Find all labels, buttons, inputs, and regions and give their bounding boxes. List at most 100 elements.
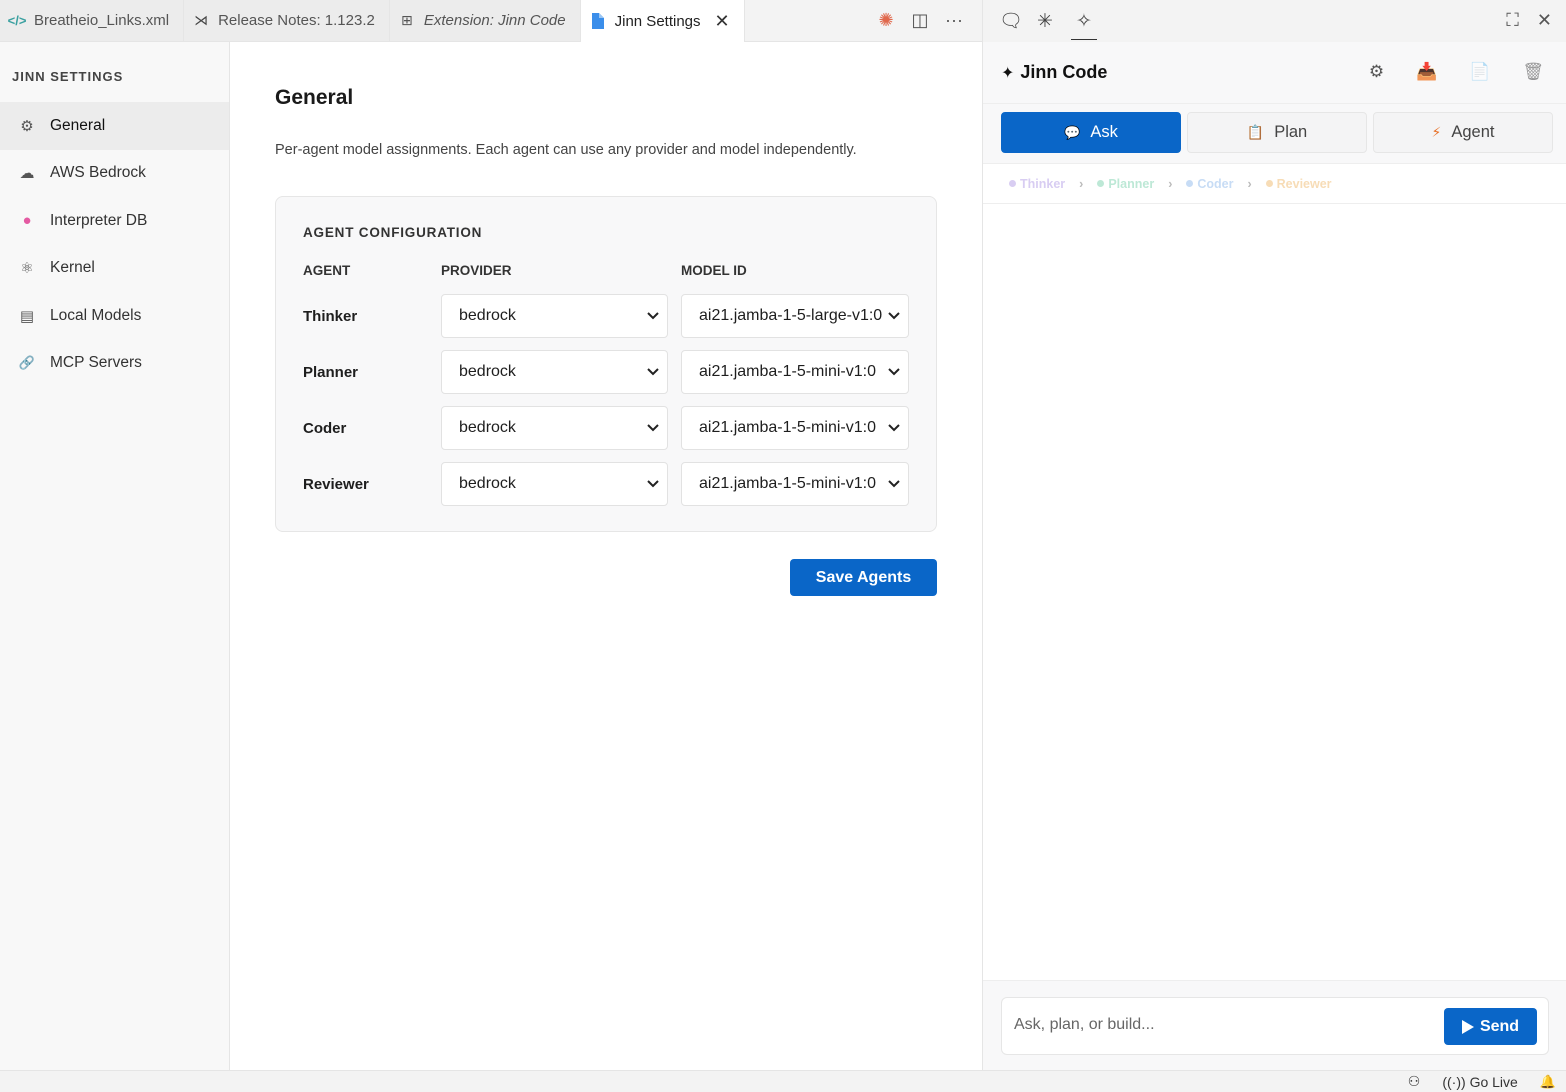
sidebar-title: JINN SETTINGS (12, 69, 124, 84)
cloud-icon: ☁ (19, 165, 35, 183)
chevron-down-icon (647, 312, 659, 320)
select-value: bedrock (459, 363, 516, 380)
trash-icon[interactable]: 🗑 (1522, 62, 1544, 82)
tab-extension-jinn-code[interactable]: ⊞ Extension: Jinn Code (389, 0, 581, 41)
wand-icon[interactable]: ✧ (1071, 10, 1097, 40)
pipeline-step-coder: Coder (1186, 177, 1233, 191)
pipeline-step-label: Planner (1108, 176, 1155, 191)
chat-icon[interactable]: 🗨 (999, 9, 1023, 33)
select-value: ai21.jamba-1-5-mini-v1:0 (699, 475, 876, 492)
more-actions-icon[interactable]: ··· (944, 10, 964, 31)
sidebar-item-kernel[interactable]: ⚛ Kernel (0, 245, 229, 293)
close-icon[interactable]: ✕ (715, 11, 730, 32)
sidebar-item-label: MCP Servers (50, 354, 142, 372)
tab-actions: ✺ ◫ ··· (876, 0, 982, 41)
sidebar-item-aws-bedrock[interactable]: ☁ AWS Bedrock (0, 150, 229, 198)
settings-icon[interactable]: ⚙ (1369, 62, 1384, 82)
panel-title: Jinn Code (1020, 62, 1108, 82)
agent-name: Thinker (303, 308, 358, 325)
agent-name: Planner (303, 364, 359, 381)
model-select[interactable]: ai21.jamba-1-5-large-v1:0 (681, 294, 909, 338)
send-button[interactable]: Send (1444, 1008, 1537, 1045)
chevron-down-icon (888, 312, 900, 320)
document-icon[interactable]: 📄 (1469, 62, 1490, 82)
brain-icon: ● (22, 212, 32, 230)
mode-agent-button[interactable]: ⚡ Agent (1373, 112, 1553, 153)
save-agents-button[interactable]: Save Agents (790, 559, 937, 596)
sparkle-icon[interactable]: ✳ (1035, 10, 1055, 33)
agent-name: Reviewer (303, 476, 369, 493)
settings-sidebar: JINN SETTINGS ⚙ General ☁ AWS Bedrock ● … (0, 42, 230, 1070)
model-select[interactable]: ai21.jamba-1-5-mini-v1:0 (681, 406, 909, 450)
select-value: ai21.jamba-1-5-large-v1:0 (699, 307, 883, 324)
sparkle-icon[interactable]: ✺ (876, 10, 896, 31)
pipeline-step-thinker: Thinker (1009, 177, 1065, 191)
provider-select[interactable]: bedrock (441, 406, 668, 450)
mode-label: Agent (1451, 123, 1495, 141)
chat-input[interactable] (1014, 1016, 1424, 1034)
clipboard-icon: 📋 (1246, 124, 1265, 140)
sidebar-item-label: General (50, 116, 106, 134)
link-icon: 🔗 (18, 355, 36, 371)
panel-window-actions: ⛶ ✕ (1506, 10, 1552, 31)
chevron-down-icon (647, 368, 659, 376)
jinn-logo-icon: ✦ (1001, 64, 1015, 82)
broadcast-icon: ((·)) (1442, 1073, 1466, 1090)
mode-plan-button[interactable]: 📋 Plan (1187, 112, 1367, 153)
select-value: bedrock (459, 419, 516, 436)
page-title: General (275, 86, 354, 109)
tab-label: Breatheio_Links.xml (34, 12, 170, 29)
mode-label: Plan (1274, 123, 1308, 141)
split-editor-icon[interactable]: ◫ (910, 10, 930, 31)
mode-selector: 💬 Ask 📋 Plan ⚡ Agent (983, 104, 1566, 164)
code-icon: </> (7, 13, 27, 28)
chevron-down-icon (647, 424, 659, 432)
file-icon (589, 12, 607, 30)
sidebar-item-label: Kernel (50, 259, 95, 277)
tab-label: Release Notes: 1.123.2 (218, 12, 375, 29)
go-live-button[interactable]: ((·)) Go Live (1442, 1074, 1517, 1090)
jinn-code-panel: 🗨 ✳ ✧ ⛶ ✕ ✦ Jinn Code ⚙ 📥 📄 🗑 💬 Ask 📋 Pl… (982, 0, 1566, 1070)
sidebar-item-mcp-servers[interactable]: 🔗 MCP Servers (0, 340, 229, 388)
provider-select[interactable]: bedrock (441, 294, 668, 338)
column-header-model: MODEL ID (681, 263, 747, 278)
extensions-icon: ⊞ (400, 12, 413, 28)
vscode-icon: ⋊ (194, 12, 209, 28)
chevron-right-icon: › (1079, 176, 1084, 191)
tab-breatheio-links[interactable]: </> Breatheio_Links.xml (0, 0, 185, 41)
sidebar-item-local-models[interactable]: ▤ Local Models (0, 292, 229, 340)
sidebar-item-interpreter-db[interactable]: ● Interpreter DB (0, 197, 229, 245)
status-dot (1009, 180, 1016, 187)
chevron-down-icon (888, 424, 900, 432)
status-dot (1186, 180, 1194, 187)
chevron-down-icon (888, 368, 900, 376)
tab-jinn-settings[interactable]: Jinn Settings ✕ (580, 0, 745, 43)
chat-transcript (983, 205, 1566, 980)
agent-configuration-card: AGENT CONFIGURATION AGENT PROVIDER MODEL… (275, 196, 937, 532)
inbox-icon[interactable]: 📥 (1416, 62, 1437, 82)
tab-release-notes[interactable]: ⋊ Release Notes: 1.123.2 (184, 0, 390, 41)
bell-icon[interactable]: 🔔 (1540, 1074, 1556, 1090)
chat-input-box: Send (1001, 997, 1549, 1055)
sidebar-item-label: Interpreter DB (50, 211, 148, 229)
mode-ask-button[interactable]: 💬 Ask (1001, 112, 1181, 153)
tab-label: Jinn Settings (614, 12, 701, 30)
pipeline-step-label: Coder (1197, 176, 1234, 191)
select-value: bedrock (459, 475, 516, 492)
panel-top-bar: 🗨 ✳ ✧ ⛶ ✕ (983, 0, 1566, 42)
provider-select[interactable]: bedrock (441, 350, 668, 394)
close-icon[interactable]: ✕ (1537, 10, 1552, 31)
sidebar-item-general[interactable]: ⚙ General (0, 102, 229, 150)
model-select[interactable]: ai21.jamba-1-5-mini-v1:0 (681, 350, 909, 394)
agent-pipeline: Thinker › Planner › Coder › Reviewer (983, 164, 1566, 204)
maximize-icon[interactable]: ⛶ (1506, 10, 1519, 31)
status-dot (1097, 180, 1105, 187)
agent-name: Coder (303, 420, 347, 437)
page-description: Per-agent model assignments. Each agent … (275, 142, 857, 158)
status-bar-right: ⚇ ((·)) Go Live 🔔 (1408, 1073, 1556, 1090)
model-select[interactable]: ai21.jamba-1-5-mini-v1:0 (681, 462, 909, 506)
provider-select[interactable]: bedrock (441, 462, 668, 506)
chevron-right-icon: › (1247, 176, 1252, 191)
copilot-icon[interactable]: ⚇ (1408, 1073, 1421, 1090)
gear-icon: ⚙ (20, 117, 34, 135)
